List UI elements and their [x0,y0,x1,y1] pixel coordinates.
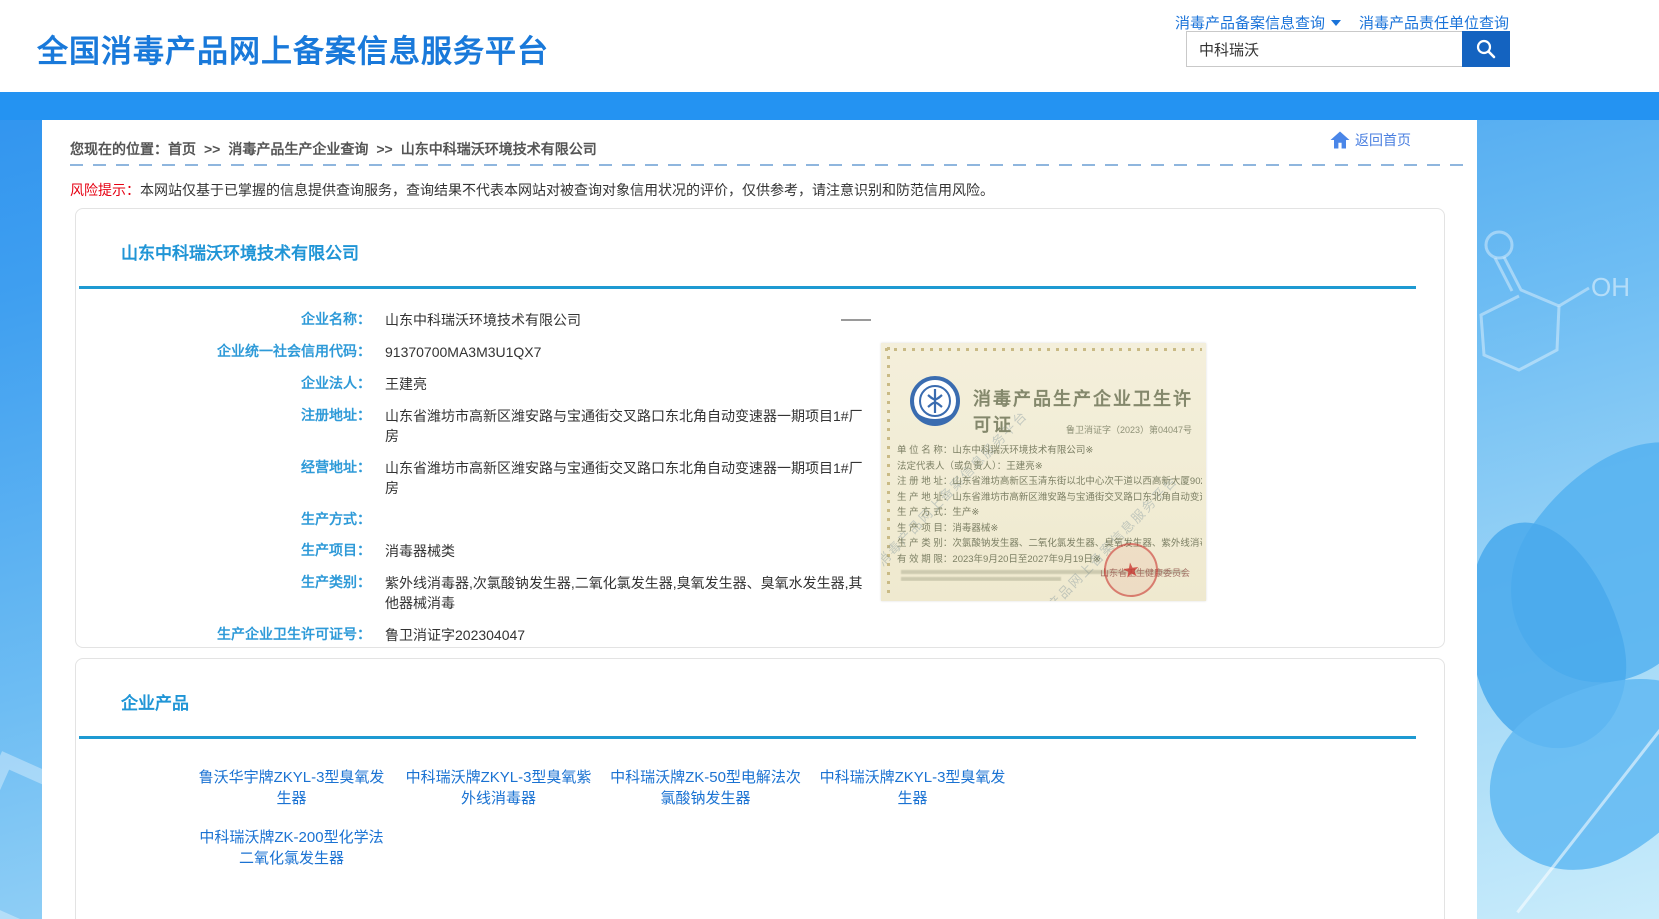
flower-petal [1472,399,1659,721]
image-placeholder-dash [841,319,871,321]
search-input[interactable] [1186,31,1462,67]
field-row-production-mode: 生产方式： [116,504,916,535]
field-value: 山东中科瑞沃环境技术有限公司 [385,310,581,330]
breadcrumb: 您现在的位置： 首页 >> 消毒产品生产企业查询 >> 山东中科瑞沃环境技术有限… [70,134,1449,164]
back-home-link[interactable]: 返回首页 [1327,128,1411,152]
certificate-line: 生 产 类 别：次氯酸钠发生器、二氧化氯发生器、臭氧发生器、紫外线消毒器※ [897,536,1202,552]
field-label: 经营地址： [116,458,371,477]
certificate-number: 鲁卫消证字（2023）第04047号 [1066,423,1192,436]
certificate-line: 生 产 项 目：消毒器械※ [897,521,1202,537]
search-button[interactable] [1462,31,1510,67]
breadcrumb-home-link[interactable]: 首页 [168,139,196,159]
back-home-label: 返回首页 [1355,130,1411,150]
field-row-production-category: 生产类别： 紫外线消毒器,次氯酸钠发生器,二氧化氯发生器,臭氧发生器、臭氧水发生… [116,567,916,619]
risk-notice-text: 本网站仅基于已掌握的信息提供查询服务，查询结果不代表本网站对被查询对象信用状况的… [140,182,994,198]
panel-underline [79,736,1416,739]
field-row-company-name: 企业名称： 山东中科瑞沃环境技术有限公司 [116,304,916,336]
site-title: 全国消毒产品网上备案信息服务平台 [37,26,549,71]
home-icon [1327,128,1353,152]
main-content: 您现在的位置： 首页 >> 消毒产品生产企业查询 >> 山东中科瑞沃环境技术有限… [42,120,1477,919]
field-row-credit-code: 企业统一社会信用代码： 91370700MA3M3U1QX7 [116,336,916,368]
breadcrumb-separator: >> [204,141,220,157]
risk-notice-label: 风险提示： [70,182,140,198]
nav-unit-query-link[interactable]: 消毒产品责任单位查询 [1359,12,1509,33]
product-link[interactable]: 鲁沃华宇牌ZKYL-3型臭氧发生器 [188,767,395,809]
field-row-license-number: 生产企业卫生许可证号： 鲁卫消证字202304047 [116,619,916,651]
field-label: 生产企业卫生许可证号： [116,625,371,644]
panel-underline [79,286,1416,289]
nav-unit-query-label: 消毒产品责任单位查询 [1359,12,1509,33]
product-link[interactable]: 中科瑞沃牌ZK-200型化学法二氧化氯发生器 [188,827,395,869]
company-products-panel: 企业产品 鲁沃华宇牌ZKYL-3型臭氧发生器 中科瑞沃牌ZKYL-3型臭氧紫外线… [75,658,1445,919]
products-grid: 鲁沃华宇牌ZKYL-3型臭氧发生器 中科瑞沃牌ZKYL-3型臭氧紫外线消毒器 中… [188,767,1016,869]
field-label: 企业统一社会信用代码： [116,342,371,361]
certificate-line: 生 产 地 址：山东省潍坊市高新区潍安路与宝通街交叉路口东北角自动变速器一期项目… [897,490,1202,506]
field-label: 注册地址： [116,406,371,425]
company-fields: 企业名称： 山东中科瑞沃环境技术有限公司 企业统一社会信用代码： 9137070… [116,304,916,683]
molecule-oh-label: OH [1591,272,1630,302]
field-value: 鲁卫消证字202304047 [385,625,525,645]
field-value: 山东省潍坊市高新区潍安路与宝通街交叉路口东北角自动变速器一期项目1#厂房 [385,406,865,446]
company-panel-title: 山东中科瑞沃环境技术有限公司 [121,239,359,264]
chevron-down-icon [1331,20,1341,26]
nav-filing-query-link[interactable]: 消毒产品备案信息查询 [1175,12,1341,33]
field-label: 生产项目： [116,541,371,560]
molecule-graphic: OH [1459,210,1659,510]
field-label: 生产类别： [116,573,371,592]
certificate-line: 单 位 名 称：山东中科瑞沃环境技术有限公司※ [897,443,1202,459]
header-accent-band [0,92,1659,120]
products-panel-title: 企业产品 [121,689,189,714]
product-link[interactable]: 中科瑞沃牌ZKYL-3型臭氧紫外线消毒器 [395,767,602,809]
field-label: 企业法人： [116,374,371,393]
search-icon [1474,37,1498,61]
certificate-line: 生 产 方 式：生产※ [897,505,1202,521]
flower-petal [1458,636,1659,903]
field-row-production-item: 生产项目： 消毒器械类 [116,535,916,567]
field-value: 91370700MA3M3U1QX7 [385,342,541,362]
field-value: 王建亮 [385,374,427,394]
risk-notice: 风险提示：本网站仅基于已掌握的信息提供查询服务，查询结果不代表本网站对被查询对象… [70,180,994,200]
breadcrumb-separator: >> [376,141,392,157]
flower-stem [1516,707,1659,914]
product-link[interactable]: 中科瑞沃牌ZK-50型电解法次氯酸钠发生器 [602,767,809,809]
health-commission-emblem-icon [909,375,961,427]
dashed-divider [70,164,1463,166]
certificate-line: 注 册 地 址：山东省潍坊高新区玉清东街以北中心次干道以西高新大厦902办公室※ [897,474,1202,490]
product-link[interactable]: 中科瑞沃牌ZKYL-3型臭氧发生器 [809,767,1016,809]
search-bar [1186,31,1510,67]
top-nav: 消毒产品备案信息查询 消毒产品责任单位查询 [1175,12,1509,33]
field-label: 生产方式： [116,510,371,529]
certificate-line: 法定代表人（或负责人）：王建亮※ [897,459,1202,475]
field-row-business-address: 经营地址： 山东省潍坊市高新区潍安路与宝通街交叉路口东北角自动变速器一期项目1#… [116,452,916,504]
field-value: 紫外线消毒器,次氯酸钠发生器,二氧化氯发生器,臭氧发生器、臭氧水发生器,其他器械… [385,573,865,613]
breadcrumb-company-query-link[interactable]: 消毒产品生产企业查询 [228,139,368,159]
field-label: 企业名称： [116,310,371,329]
nav-filing-query-label: 消毒产品备案信息查询 [1175,12,1325,33]
field-row-registered-address: 注册地址： 山东省潍坊市高新区潍安路与宝通街交叉路口东北角自动变速器一期项目1#… [116,400,916,452]
field-value: 山东省潍坊市高新区潍安路与宝通街交叉路口东北角自动变速器一期项目1#厂房 [385,458,865,498]
hygiene-license-certificate-image: 全国消毒产品网上备案信息服务平台 全国消毒产品网上备案信息服务平台 消毒产品生产… [881,343,1206,601]
field-value: 消毒器械类 [385,541,455,561]
certificate-fine-print [901,577,1061,581]
company-info-panel: 山东中科瑞沃环境技术有限公司 企业名称： 山东中科瑞沃环境技术有限公司 企业统一… [75,208,1445,648]
breadcrumb-current: 山东中科瑞沃环境技术有限公司 [401,139,597,159]
header: 全国消毒产品网上备案信息服务平台 消毒产品备案信息查询 消毒产品责任单位查询 [0,0,1659,92]
field-row-legal-person: 企业法人： 王建亮 [116,368,916,400]
breadcrumb-prefix: 您现在的位置： [70,139,168,159]
